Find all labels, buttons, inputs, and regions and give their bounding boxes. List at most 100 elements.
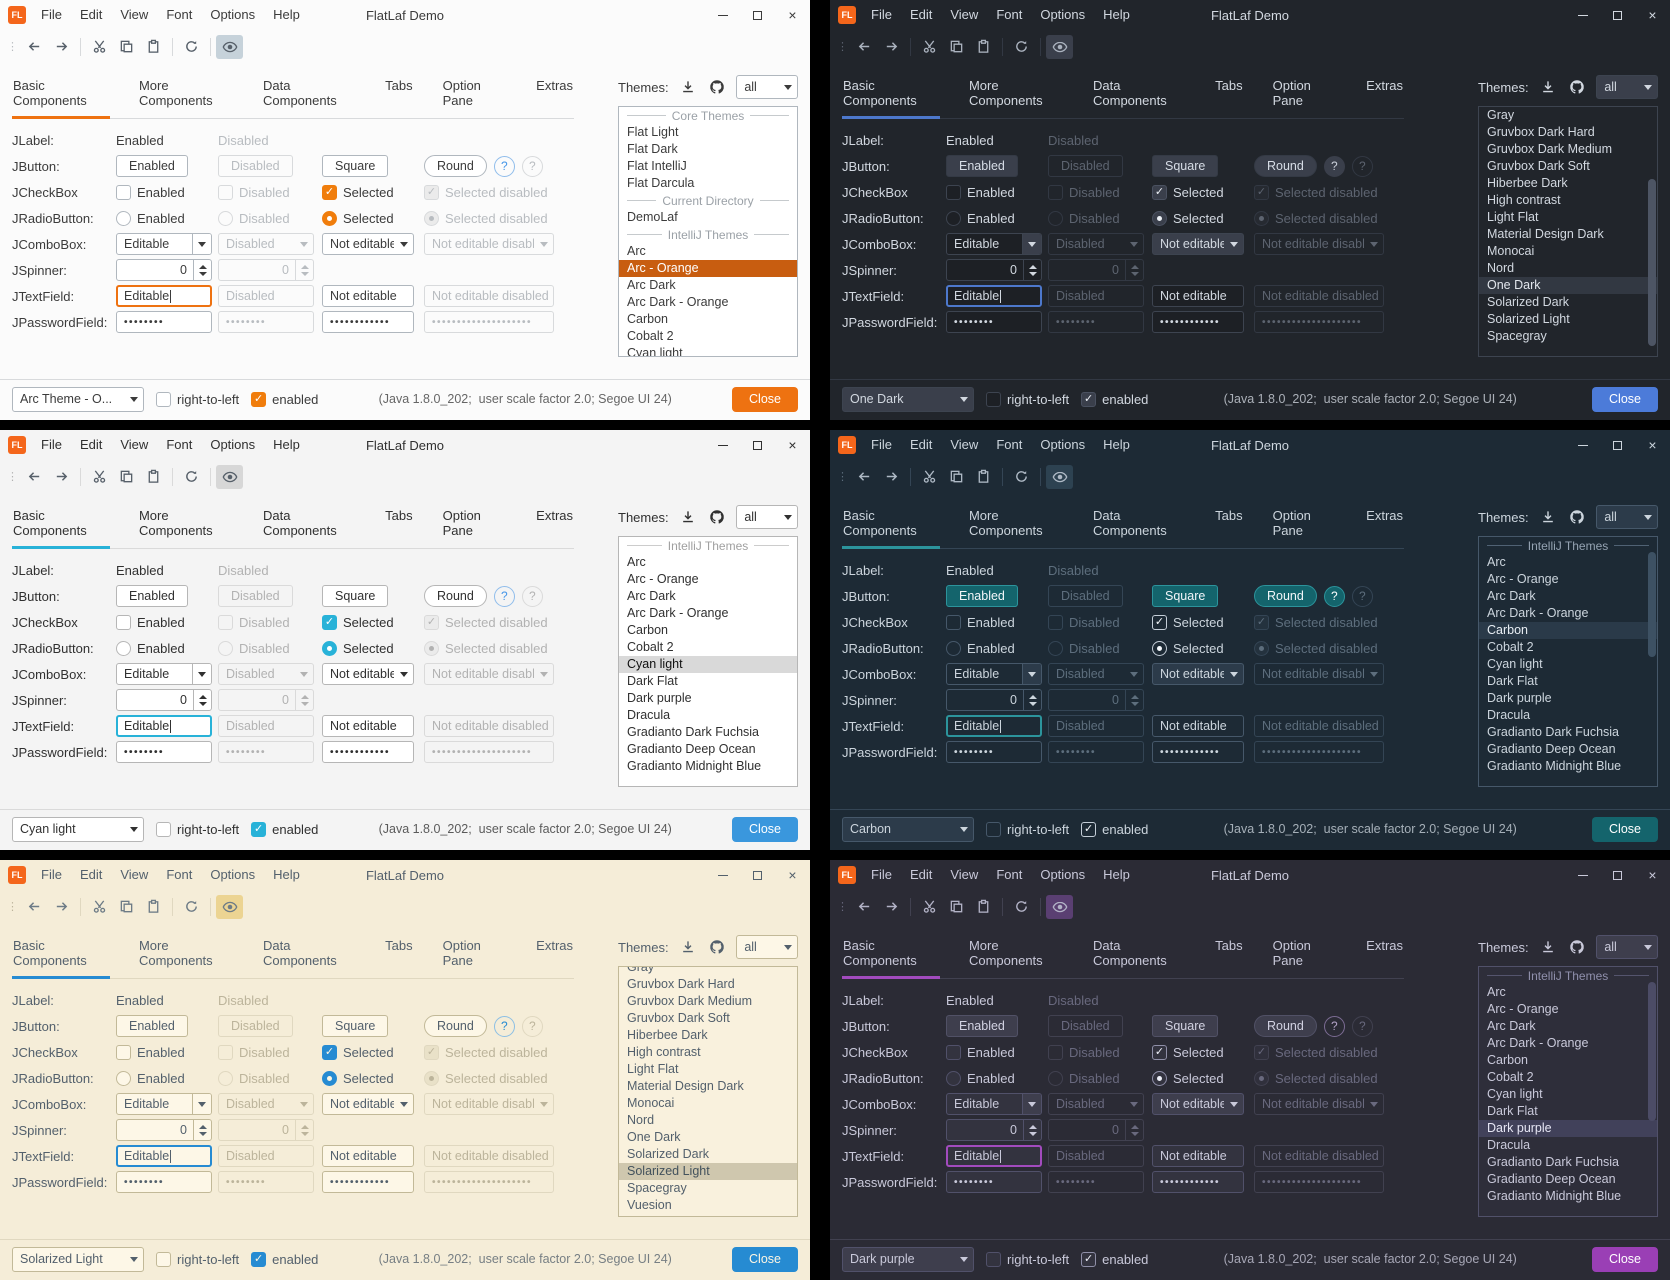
tab-basic-components[interactable]: Basic Components [12,506,110,549]
themes-list-item[interactable]: Dark purple [619,690,797,707]
menu-options[interactable]: Options [1031,860,1094,890]
themes-filter-combobox[interactable]: all [1596,75,1658,99]
menu-view[interactable]: View [941,0,987,30]
maximize-button[interactable] [1600,0,1635,30]
themes-list-item[interactable]: Arc Dark - Orange [619,294,797,311]
theme-selector-combobox[interactable]: Solarized Light [12,1247,144,1272]
right-to-left-checkbox[interactable]: right-to-left [156,392,239,407]
right-to-left-checkbox[interactable]: right-to-left [986,392,1069,407]
menu-help[interactable]: Help [1094,0,1139,30]
menu-file[interactable]: File [32,860,71,890]
radio-selected[interactable]: Selected [322,207,424,229]
textfield-editable-focused[interactable]: Editable [946,285,1042,307]
tab-data-components[interactable]: Data Components [1092,76,1186,119]
chevron-down-icon[interactable] [1224,664,1243,684]
tab-more-components[interactable]: More Components [968,76,1064,119]
chevron-down-icon[interactable] [1224,234,1243,254]
radio-enabled[interactable]: Enabled [116,1067,218,1089]
right-to-left-checkbox[interactable]: right-to-left [156,822,239,837]
enabled-checkbox[interactable]: enabled [1081,392,1148,407]
themes-list-item[interactable]: Flat Light [619,124,797,141]
close-window-button[interactable]: × [775,430,810,460]
refresh-button[interactable] [1008,465,1035,489]
tab-data-components[interactable]: Data Components [1092,506,1186,549]
menu-options[interactable]: Options [201,0,264,30]
theme-selector-combobox[interactable]: One Dark [842,387,974,412]
textfield-not-editable[interactable]: Not editable [1152,285,1244,307]
passwordfield-enabled[interactable]: •••••••• [116,1171,212,1193]
themes-list-item-selected[interactable]: Solarized Light [619,1163,797,1180]
checkbox-selected[interactable]: Selected [1152,611,1254,633]
forward-button[interactable] [878,895,905,919]
tab-basic-components[interactable]: Basic Components [12,936,110,979]
toolbar-grip[interactable]: ⋮ [7,900,18,913]
menu-view[interactable]: View [111,860,157,890]
themes-list-item-selected[interactable]: Cyan light [619,656,797,673]
themes-list-item[interactable]: Light Flat [1479,209,1657,226]
tab-basic-components[interactable]: Basic Components [842,506,940,549]
back-button[interactable] [21,895,48,919]
themes-list[interactable]: Core ThemesFlat LightFlat DarkFlat Intel… [618,106,798,357]
chevron-down-icon[interactable] [1022,234,1041,254]
checkbox-enabled[interactable]: Enabled [116,181,218,203]
menu-options[interactable]: Options [201,860,264,890]
themes-list-item[interactable]: Gruvbox Dark Soft [619,1010,797,1027]
checkbox-selected[interactable]: Selected [322,181,424,203]
combobox-not-editable[interactable]: Not editable [1152,663,1244,685]
paste-button[interactable] [140,35,167,59]
menu-font[interactable]: Font [987,0,1031,30]
themes-filter-combobox[interactable]: all [736,935,798,959]
cut-button[interactable] [916,465,943,489]
show-hidden-toggle-button[interactable] [1046,35,1073,59]
themes-list-item[interactable]: Nord [1479,260,1657,277]
combobox-editable[interactable]: Editable [116,1093,212,1115]
radio-enabled[interactable]: Enabled [116,637,218,659]
menu-help[interactable]: Help [264,860,309,890]
passwordfield-not-editable[interactable]: •••••••••••• [1152,311,1244,333]
paste-button[interactable] [970,35,997,59]
menu-file[interactable]: File [862,0,901,30]
themes-list-item[interactable]: Carbon [619,311,797,328]
close-button[interactable]: Close [1592,387,1658,412]
forward-button[interactable] [878,35,905,59]
themes-list-item[interactable]: Vuesion [619,1197,797,1214]
passwordfield-enabled[interactable]: •••••••• [946,1171,1042,1193]
chevron-down-icon[interactable] [394,664,413,684]
toolbar-grip[interactable]: ⋮ [837,40,848,53]
tab-extras[interactable]: Extras [535,506,574,549]
themes-list-item[interactable]: Gruvbox Dark Medium [1479,141,1657,158]
close-window-button[interactable]: × [775,0,810,30]
passwordfield-not-editable[interactable]: •••••••••••• [1152,741,1244,763]
menu-edit[interactable]: Edit [901,430,941,460]
themes-list-item[interactable]: Gruvbox Dark Soft [1479,158,1657,175]
spinner-buttons[interactable] [193,1120,211,1140]
combobox-editable[interactable]: Editable [116,233,212,255]
textfield-not-editable[interactable]: Not editable [322,285,414,307]
textfield-editable-focused[interactable]: Editable [946,1145,1042,1167]
checkbox-selected[interactable]: Selected [1152,1041,1254,1063]
combobox-not-editable[interactable]: Not editable [1152,1093,1244,1115]
tab-more-components[interactable]: More Components [138,506,234,549]
menu-font[interactable]: Font [157,0,201,30]
tab-basic-components[interactable]: Basic Components [12,76,110,119]
tab-more-components[interactable]: More Components [138,76,234,119]
help-button[interactable]: ? [1324,586,1345,607]
themes-list-item[interactable]: Arc Dark [619,277,797,294]
github-button[interactable] [706,506,728,528]
paste-button[interactable] [970,465,997,489]
radio-selected[interactable]: Selected [1152,207,1254,229]
themes-list-item[interactable]: Cobalt 2 [619,328,797,345]
copy-button[interactable] [943,895,970,919]
tab-extras[interactable]: Extras [1365,76,1404,119]
combobox-not-editable[interactable]: Not editable [1152,233,1244,255]
menu-edit[interactable]: Edit [901,0,941,30]
round-button[interactable]: Round [424,1015,487,1037]
minimize-button[interactable] [1565,0,1600,30]
themes-list-item[interactable]: Hiberbee Dark [1479,175,1657,192]
themes-list-item[interactable]: Gradianto Deep Ocean [1479,1171,1657,1188]
textfield-editable-focused[interactable]: Editable [116,715,212,737]
themes-list-item-selected[interactable]: One Dark [1479,277,1657,294]
menu-view[interactable]: View [111,430,157,460]
tab-more-components[interactable]: More Components [968,936,1064,979]
themes-list-item[interactable]: Gradianto Deep Ocean [619,741,797,758]
